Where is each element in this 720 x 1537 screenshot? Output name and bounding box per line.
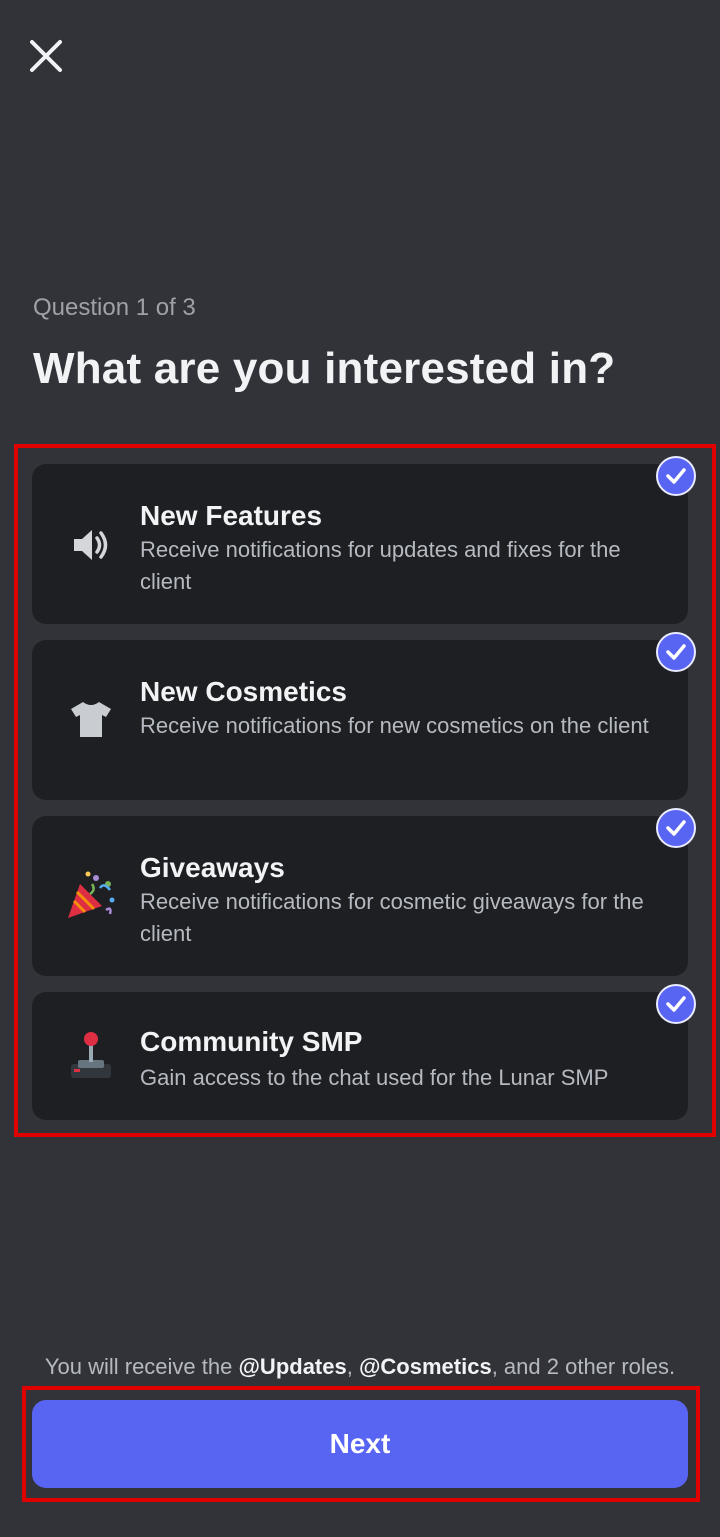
speaker-icon bbox=[66, 520, 116, 570]
question-title: What are you interested in? bbox=[33, 344, 616, 393]
option-new-cosmetics[interactable]: New Cosmetics Receive notifications for … bbox=[32, 640, 688, 800]
option-title: New Features bbox=[140, 500, 323, 531]
question-progress: Question 1 of 3 bbox=[33, 294, 196, 321]
checkmark-icon bbox=[666, 820, 686, 836]
option-title: Community SMP bbox=[140, 1026, 363, 1057]
roles-note-prefix: You will receive the bbox=[44, 1354, 239, 1379]
next-button[interactable]: Next bbox=[32, 1400, 688, 1488]
roles-note-suffix: , and 2 other roles. bbox=[491, 1354, 676, 1379]
close-button[interactable] bbox=[22, 32, 70, 80]
checkmark-icon bbox=[666, 996, 686, 1012]
role-updates: @Updates bbox=[238, 1354, 347, 1379]
option-giveaways[interactable]: Giveaways Receive notifications for cosm… bbox=[32, 816, 688, 976]
role-cosmetics: @Cosmetics bbox=[358, 1354, 492, 1379]
selected-checkmark[interactable] bbox=[656, 632, 696, 672]
party-popper-icon bbox=[66, 870, 116, 920]
option-description: Gain access to the chat used for the Lun… bbox=[140, 1065, 609, 1090]
option-description: Receive notifications for cosmetic givea… bbox=[140, 889, 644, 946]
roles-note-separator: , bbox=[346, 1354, 359, 1379]
option-title: New Cosmetics bbox=[140, 676, 347, 707]
joystick-icon bbox=[66, 1030, 116, 1080]
selected-checkmark[interactable] bbox=[656, 808, 696, 848]
option-title: Giveaways bbox=[140, 852, 285, 883]
close-icon bbox=[30, 40, 62, 72]
roles-note: You will receive the @Updates, @Cosmetic… bbox=[0, 1354, 720, 1380]
selected-checkmark[interactable] bbox=[656, 456, 696, 496]
option-description: Receive notifications for new cosmetics … bbox=[140, 713, 649, 738]
option-new-features[interactable]: New Features Receive notifications for u… bbox=[32, 464, 688, 624]
option-description: Receive notifications for updates and fi… bbox=[140, 537, 621, 594]
checkmark-icon bbox=[666, 644, 686, 660]
tshirt-icon bbox=[66, 694, 116, 744]
option-community-smp[interactable]: Community SMP Gain access to the chat us… bbox=[32, 992, 688, 1120]
selected-checkmark[interactable] bbox=[656, 984, 696, 1024]
checkmark-icon bbox=[666, 468, 686, 484]
